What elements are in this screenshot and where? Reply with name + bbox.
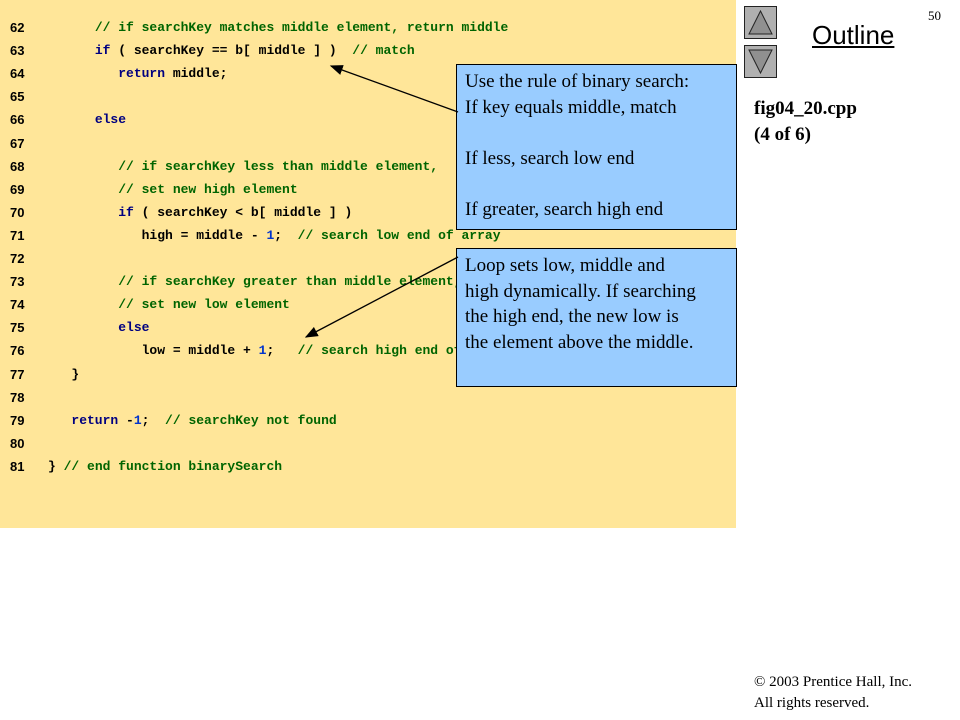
outline-title[interactable]: Outline — [812, 20, 894, 51]
line-number: 66 — [10, 112, 25, 128]
callout-line: Use the rule of binary search: — [465, 71, 690, 92]
code-text: if ( searchKey < b[ middle ] ) — [118, 204, 353, 220]
line-number: 78 — [10, 389, 25, 405]
code-text: // set new high element — [118, 181, 298, 197]
code-line: 79 return -1; // searchKey not found — [0, 410, 736, 432]
line-number: 81 — [10, 458, 25, 474]
code-text: // set new low element — [118, 297, 290, 313]
callout-line: the element above the middle. — [465, 331, 694, 353]
page-number: 50 — [928, 8, 941, 23]
line-number: 64 — [10, 66, 25, 82]
code-text: high = middle - 1; // search low end of … — [48, 227, 501, 243]
callout-line: If greater, search high end — [465, 198, 664, 220]
line-number: 69 — [10, 181, 25, 197]
code-text: low = middle + 1; // search high end of … — [48, 343, 509, 359]
code-line: 81 } // end function binarySearch — [0, 456, 736, 478]
callout-line — [465, 171, 728, 197]
code-text: // if searchKey less than middle element… — [118, 158, 439, 174]
triangle-down-icon — [748, 49, 773, 75]
callout-line: high dynamically. If searching — [465, 280, 696, 302]
line-number: 67 — [10, 135, 25, 151]
code-line: 78 — [0, 387, 736, 409]
line-number: 72 — [10, 251, 25, 266]
copyright-line-1: © 2003 Prentice Hall, Inc. — [754, 674, 913, 690]
callout-binary-search-rule: Use the rule of binary search: If key equ… — [456, 64, 737, 230]
callout-line: If key equals middle, match — [465, 96, 677, 118]
line-number: 62 — [10, 20, 25, 35]
figure-label: fig04_20.cpp (4 of 6) — [754, 96, 857, 148]
triangle-up-icon — [748, 9, 773, 35]
code-line: 63 if ( searchKey == b[ middle ] ) // ma… — [0, 40, 736, 62]
code-text: return -1; // searchKey not found — [71, 412, 337, 428]
figure-file: fig04_20.cpp — [754, 98, 857, 119]
next-slide-button[interactable] — [744, 45, 777, 78]
code-text: // if searchKey greater than middle elem… — [118, 274, 462, 290]
line-number: 79 — [10, 412, 25, 428]
line-number: 73 — [10, 274, 25, 290]
copyright: © 2003 Prentice Hall, Inc. All rights re… — [754, 672, 912, 714]
line-number: 75 — [10, 320, 25, 336]
callout-line: the high end, the new low is — [465, 306, 679, 327]
callout-loop-dynamic: Loop sets low, middle and high dynamicall… — [456, 248, 737, 387]
line-number: 74 — [10, 297, 25, 313]
line-number: 68 — [10, 158, 25, 174]
code-text: } // end function binarySearch — [48, 458, 283, 474]
line-number: 63 — [10, 43, 25, 59]
line-number: 76 — [10, 343, 25, 359]
line-number: 77 — [10, 366, 25, 382]
line-number: 70 — [10, 204, 25, 220]
code-text: // if searchKey matches middle element, … — [94, 20, 509, 35]
previous-slide-button[interactable] — [744, 6, 777, 39]
code-line: 62 // if searchKey matches middle elemen… — [0, 17, 736, 39]
callout-line: Loop sets low, middle and — [465, 255, 665, 276]
line-number: 65 — [10, 89, 25, 105]
code-text: } — [48, 366, 80, 382]
code-line: 80 — [0, 433, 736, 455]
code-text: if ( searchKey == b[ middle ] ) // match — [94, 43, 415, 59]
code-text: return middle; — [118, 66, 228, 82]
line-number: 71 — [10, 227, 25, 243]
figure-part: (4 of 6) — [754, 124, 811, 145]
line-number: 80 — [10, 435, 25, 451]
callout-line — [465, 120, 728, 146]
code-text: else — [94, 112, 127, 128]
code-text: else — [118, 320, 150, 336]
copyright-line-2: All rights reserved. — [754, 695, 870, 711]
callout-line: If less, search low end — [465, 147, 635, 169]
